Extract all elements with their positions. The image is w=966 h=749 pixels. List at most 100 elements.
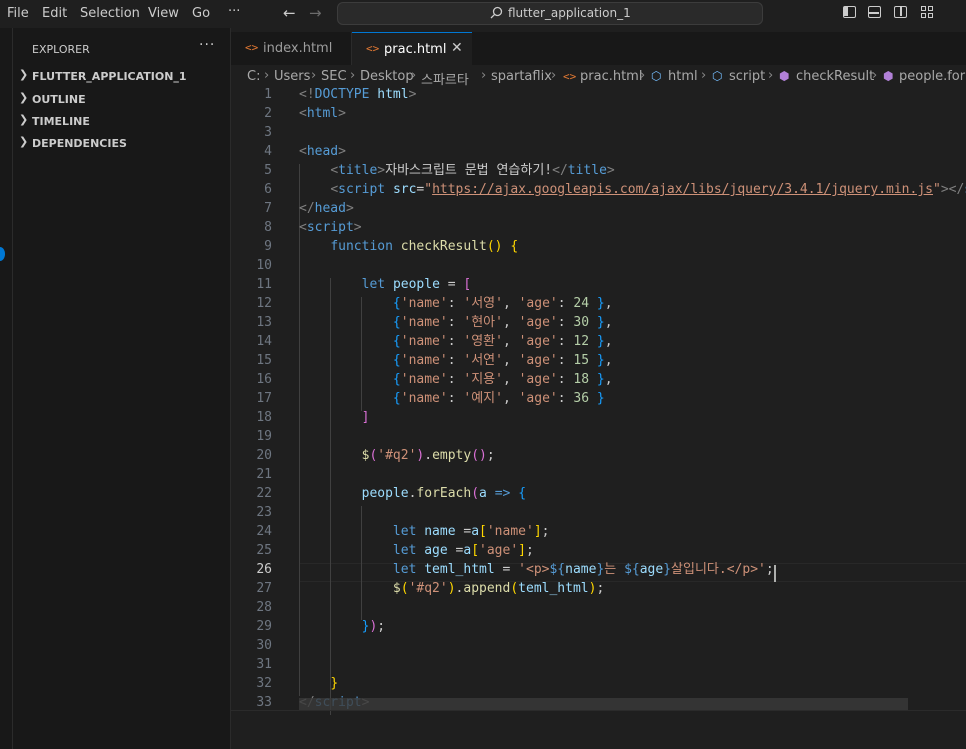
code-line[interactable]: 8 <script> [231,218,966,237]
code-line[interactable]: 14 {'name': '영환', 'age': 12 }, [231,332,966,351]
code-line[interactable]: 18 ] [231,408,966,427]
code-line[interactable]: 27 $('#q2').append(teml_html); [231,579,966,598]
html-file-icon: <> [245,41,259,54]
html-file-icon: <> [563,70,577,83]
menu-more-icon[interactable]: ··· [228,4,240,19]
code-token: '서영' [463,296,503,311]
code-line[interactable]: 25 let age =a['age']; [231,541,966,560]
code-token: ${ [624,562,640,577]
code-token: , [604,296,613,311]
command-center-search[interactable]: flutter_application_1 [337,2,763,25]
code-line[interactable]: 4 <head> [231,142,966,161]
breadcrumb-separator-icon: › [481,68,487,83]
toggle-panel-icon[interactable] [868,6,881,18]
sidebar-section-flutter-application-1[interactable]: ❯ FLUTTER_APPLICATION_1 [13,67,230,87]
code-line[interactable]: 17 {'name': '예지', 'age': 36 } [231,389,966,408]
breadcrumb-item[interactable]: C: [247,69,260,84]
sidebar-section-outline[interactable]: ❯ OUTLINE [13,90,230,110]
code-token: 'name' [400,372,448,387]
code-line[interactable]: 5 <title>자바스크립트 문법 연습하기!</title> [231,161,966,180]
code-token: : [447,353,464,368]
line-number: 15 [256,353,272,368]
tab-prac-html[interactable]: <> prac.html ✕ [352,32,472,65]
line-number: 27 [256,581,272,596]
code-token: 'name' [400,353,448,368]
code-line[interactable]: 15 {'name': '서연', 'age': 15 }, [231,351,966,370]
menu-edit[interactable]: Edit [42,6,67,21]
sidebar-section-label: FLUTTER_APPLICATION_1 [32,70,187,83]
breadcrumb-item[interactable]: Desktop [360,69,414,84]
line-number: 10 [256,258,272,273]
code-line[interactable]: 12 {'name': '서영', 'age': 24 }, [231,294,966,313]
close-icon[interactable]: ✕ [451,40,463,56]
code-token: teml_html [424,562,495,577]
code-line[interactable]: 23 [231,503,966,522]
code-line[interactable]: 16 {'name': '지용', 'age': 18 }, [231,370,966,389]
code-line[interactable]: 29 }); [231,617,966,636]
breadcrumb-item[interactable]: Users [274,69,310,84]
code-token: html [377,88,409,102]
code-line[interactable]: 32 } [231,674,966,693]
code-line[interactable]: 22 people.forEach(a => { [231,484,966,503]
breadcrumb-item[interactable]: 스파르타 [421,69,469,88]
breadcrumb-item[interactable]: spartaflix [491,69,552,84]
code-token: , [604,334,613,349]
customize-layout-icon[interactable] [921,6,934,18]
code-token: > [408,88,417,102]
sidebar-section-dependencies[interactable]: ❯ DEPENDENCIES [13,134,230,154]
code-line[interactable]: 26 let teml_html = '<p>${name}는 ${age}살입… [231,560,966,579]
code-line[interactable]: 20 $('#q2').empty(); [231,446,966,465]
code-line[interactable]: 24 let name =a['name']; [231,522,966,541]
toggle-secondary-sidebar-icon[interactable] [894,6,907,18]
code-token: people [392,277,440,292]
menu-selection[interactable]: Selection [80,6,140,21]
code-line[interactable]: 11 let people = [ [231,275,966,294]
text-cursor [774,565,776,582]
code-line[interactable]: 21 [231,465,966,484]
breadcrumb-item[interactable]: SEC [321,69,347,84]
code-token: : [557,391,574,406]
code-token: '서연' [463,353,503,368]
code-token: ; [486,448,495,463]
code-editor[interactable]: 1 <!DOCTYPE html> 2 <html> 3 4 <head> 5 <title>… [231,88,966,749]
code-line[interactable]: 10 [231,256,966,275]
menu-go[interactable]: Go [192,6,210,21]
breadcrumb-item[interactable]: script [729,69,765,84]
code-token: 'age' [518,296,558,311]
back-arrow-icon[interactable]: ← [283,4,296,22]
code-token: script [306,220,354,235]
code-line[interactable]: 9 function checkResult() { [231,237,966,256]
code-line[interactable]: 6 <script src="https://ajax.googleapis.c… [231,180,966,199]
code-line[interactable]: 28 [231,598,966,617]
code-line[interactable]: 31 [231,655,966,674]
code-line[interactable]: 7 </head> [231,199,966,218]
breadcrumb: C: › Users › SEC › Desktop › 스파르타 › spar… [231,65,966,88]
accounts-indicator-icon[interactable] [0,247,5,261]
code-token: : [557,353,574,368]
code-line[interactable]: 19 [231,427,966,446]
code-line[interactable]: 2 <html> [231,104,966,123]
breadcrumb-item[interactable]: people.forEach [899,69,966,84]
forward-arrow-icon[interactable]: → [309,4,322,22]
breadcrumb-separator-icon: › [872,68,878,83]
code-line[interactable]: 3 [231,123,966,142]
horizontal-scrollbar[interactable] [299,698,908,710]
breadcrumb-item[interactable]: prac.html [580,69,642,84]
explorer-more-icon[interactable]: ··· [199,37,215,53]
code-token: => [494,486,511,501]
menu-file[interactable]: File [7,6,29,21]
tab-index-html[interactable]: <> index.html [231,32,352,65]
breadcrumb-item[interactable]: checkResult [796,69,874,84]
code-line[interactable]: 30 [231,636,966,655]
toggle-primary-sidebar-icon[interactable] [843,6,856,18]
breadcrumb-item[interactable]: html [668,69,698,84]
code-token: } [596,353,605,368]
code-line[interactable]: 1 <!DOCTYPE html> [231,88,966,104]
sidebar-section-timeline[interactable]: ❯ TIMELINE [13,112,230,132]
code-line[interactable]: 13 {'name': '현아', 'age': 30 }, [231,313,966,332]
line-number: 14 [256,334,272,349]
code-token: 12 [573,334,590,349]
menu-view[interactable]: View [148,6,179,21]
